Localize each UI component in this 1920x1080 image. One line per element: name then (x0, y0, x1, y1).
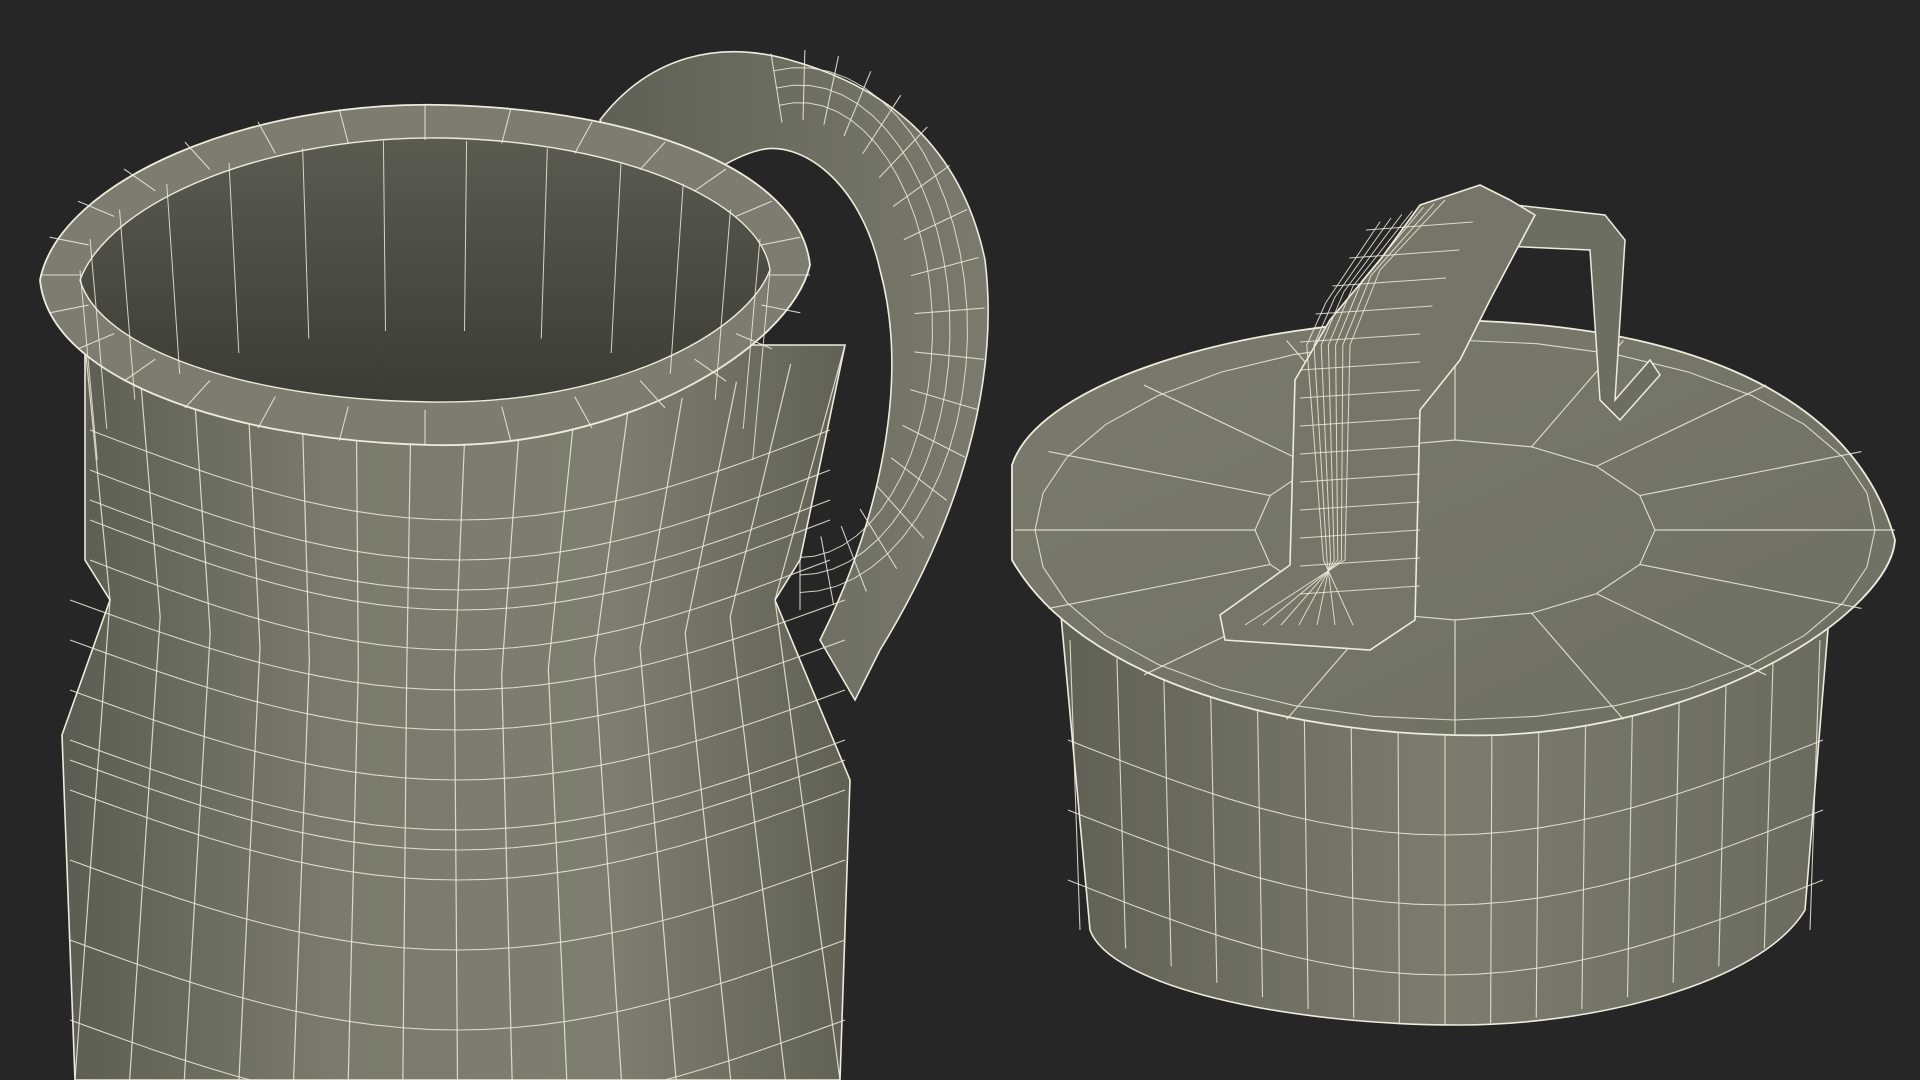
tankard-body (39, 103, 851, 1080)
tankard-body-surface (61, 344, 851, 1080)
wireframe-render (39, 50, 1896, 1080)
lid (1011, 319, 1896, 1026)
